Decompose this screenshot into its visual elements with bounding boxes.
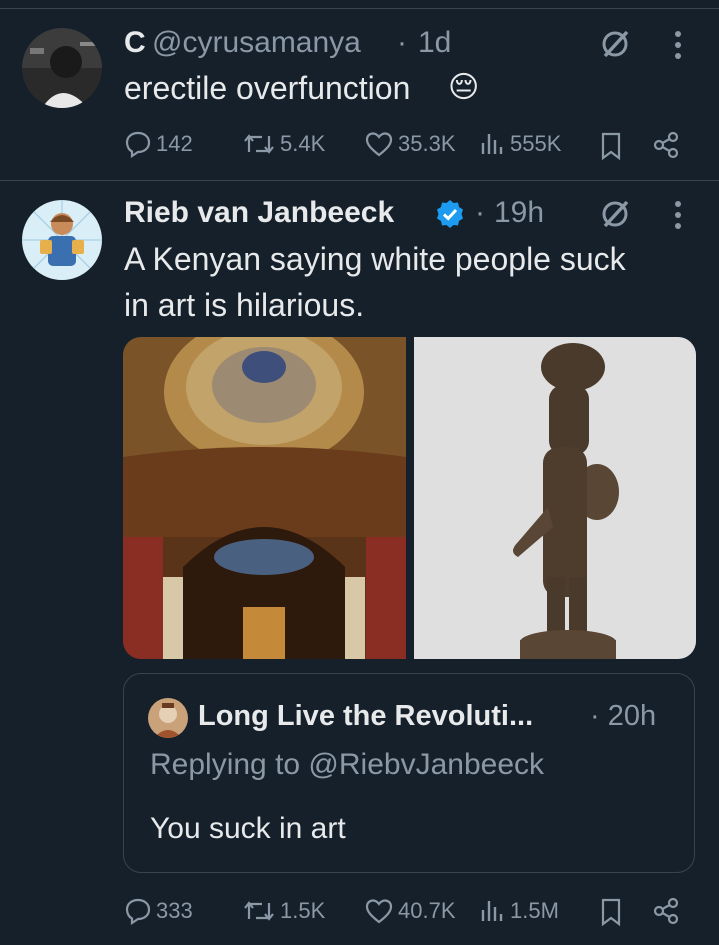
share-icon[interactable]	[652, 131, 680, 159]
top-divider	[0, 8, 719, 9]
quote-separator: ·	[590, 700, 600, 732]
tweet-divider	[0, 180, 719, 181]
tweet-text: erectile overfunction	[124, 70, 411, 106]
more-icon[interactable]	[670, 198, 686, 232]
quote-text: You suck in art	[150, 812, 346, 845]
quote-time[interactable]: · 20h	[590, 700, 656, 733]
reply-icon	[125, 898, 151, 925]
avatar-cyrusamanya[interactable]	[22, 28, 102, 108]
pensive-emoji: 😔	[448, 70, 480, 105]
repost-count: 1.5K	[280, 898, 326, 923]
reply-count: 142	[156, 131, 193, 156]
tweet-text-line-1: A Kenyan saying white people suck	[124, 241, 626, 277]
cathedral-dome-interior-photo[interactable]	[123, 337, 406, 659]
separator-dot: ·	[397, 26, 407, 59]
like-button[interactable]: 40.7K	[364, 897, 456, 925]
tweet-text-line-2: in art is hilarious.	[124, 287, 365, 323]
view-count: 555K	[510, 131, 562, 156]
quote-avatar[interactable]	[148, 698, 188, 738]
reply-count: 333	[156, 898, 193, 923]
quoted-tweet[interactable]: Long Live the Revoluti... · 20h Replying…	[123, 673, 695, 873]
reply-icon	[125, 131, 151, 158]
media-grid	[123, 337, 696, 659]
repost-count: 5.4K	[280, 131, 326, 156]
views-button[interactable]: 1.5M	[478, 897, 559, 925]
like-count: 35.3K	[398, 131, 456, 156]
timestamp[interactable]: 19h	[494, 196, 544, 230]
timestamp[interactable]: 1d	[418, 26, 451, 60]
views-icon	[481, 134, 503, 154]
quote-display-name[interactable]: Long Live the Revoluti...	[198, 700, 533, 733]
like-count: 40.7K	[398, 898, 456, 923]
avatar-riebvjanbeeck[interactable]	[22, 200, 102, 280]
quote-replying-to: Replying to @RiebvJanbeeck	[150, 748, 544, 781]
like-icon	[365, 899, 393, 924]
views-icon	[481, 901, 503, 921]
separator-dot: ·	[475, 196, 485, 229]
like-button[interactable]: 35.3K	[364, 130, 456, 158]
repost-icon	[244, 134, 274, 154]
wooden-figure-sculpture-photo[interactable]	[414, 337, 696, 659]
repost-button[interactable]: 5.4K	[242, 130, 325, 158]
reply-button[interactable]: 142	[124, 130, 193, 158]
bookmark-icon[interactable]	[598, 131, 624, 161]
verified-badge-icon	[437, 200, 463, 228]
share-icon[interactable]	[652, 897, 680, 925]
handle[interactable]: @cyrusamanya	[152, 26, 361, 60]
bookmark-icon[interactable]	[598, 897, 624, 927]
view-count: 1.5M	[510, 898, 559, 923]
views-button[interactable]: 555K	[478, 130, 561, 158]
grok-icon[interactable]	[597, 196, 633, 232]
display-name[interactable]: C	[124, 26, 146, 60]
display-name[interactable]: Rieb van Janbeeck	[124, 196, 394, 230]
grok-icon[interactable]	[597, 26, 633, 62]
repost-icon	[244, 901, 274, 921]
repost-button[interactable]: 1.5K	[242, 897, 325, 925]
reply-button[interactable]: 333	[124, 897, 193, 925]
more-icon[interactable]	[670, 28, 686, 62]
like-icon	[365, 132, 393, 157]
quote-timestamp: 20h	[607, 700, 657, 732]
